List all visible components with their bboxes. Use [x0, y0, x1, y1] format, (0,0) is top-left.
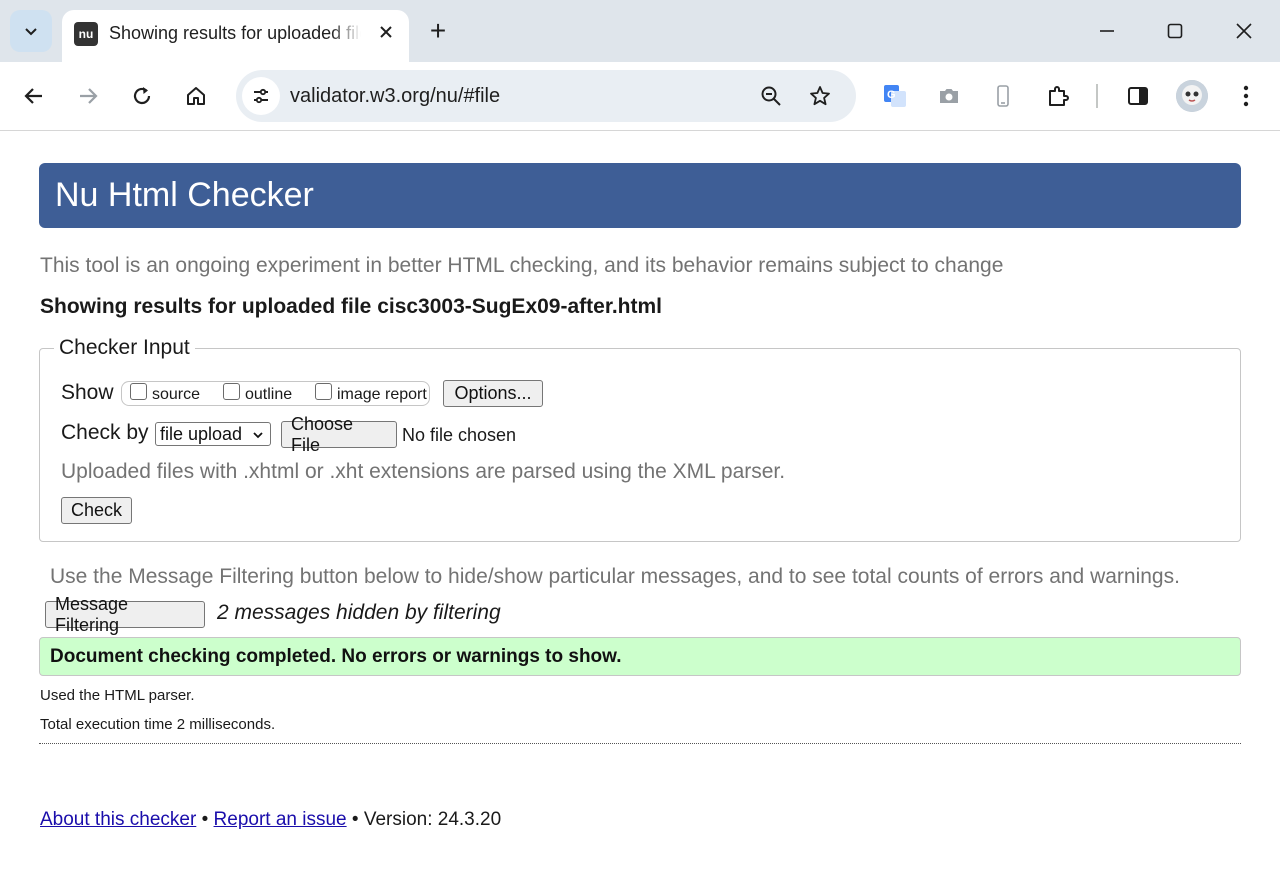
parser-note: Used the HTML parser.: [40, 687, 195, 704]
page-banner: Nu Html Checker: [39, 163, 1241, 228]
outline-checkbox[interactable]: [223, 383, 240, 400]
tab-title: Showing results for uploaded file cisc30…: [109, 23, 361, 43]
about-checker-link[interactable]: About this checker: [40, 809, 196, 830]
reload-icon[interactable]: [122, 76, 162, 116]
active-tab[interactable]: nu Showing results for uploaded file cis…: [62, 10, 409, 62]
address-bar[interactable]: validator.w3.org/nu/#file: [236, 70, 856, 122]
phone-icon[interactable]: [983, 76, 1023, 116]
dotted-divider: [39, 743, 1241, 744]
bookmark-star-icon[interactable]: [802, 78, 838, 114]
report-issue-link[interactable]: Report an issue: [214, 809, 347, 830]
filter-note: Use the Message Filtering button below t…: [50, 565, 1180, 588]
options-button[interactable]: Options...: [443, 380, 543, 407]
forward-arrow-icon[interactable]: [68, 76, 108, 116]
camera-icon[interactable]: [929, 76, 969, 116]
maximize-icon[interactable]: [1155, 14, 1195, 48]
checker-input-legend: Checker Input: [54, 335, 195, 361]
success-message-box: Document checking completed. No errors o…: [39, 637, 1241, 676]
check-by-select[interactable]: file upload: [155, 422, 271, 446]
tab-search-button[interactable]: [10, 10, 52, 52]
xml-parser-hint: Uploaded files with .xhtml or .xht exten…: [61, 460, 786, 483]
back-arrow-icon[interactable]: [14, 76, 54, 116]
message-filtering-button[interactable]: Message Filtering: [45, 594, 205, 635]
more-menu-icon[interactable]: [1226, 76, 1266, 116]
footer: About this checker • Report an issue • V…: [40, 808, 501, 832]
new-tab-button[interactable]: +: [423, 16, 453, 46]
success-message: Document checking completed. No errors o…: [50, 646, 622, 667]
footer-bullet: •: [351, 809, 359, 830]
extensions-puzzle-icon[interactable]: [1038, 76, 1078, 116]
tab-strip: nu Showing results for uploaded file cis…: [0, 0, 1280, 62]
no-file-chosen-text: No file chosen: [402, 425, 517, 445]
tagline: This tool is an ongoing experiment in be…: [40, 254, 1004, 277]
choose-file-button[interactable]: Choose File: [281, 414, 397, 455]
hidden-messages-count: 2 messages hidden by filtering: [217, 601, 501, 624]
source-checkbox-label[interactable]: source: [152, 385, 200, 405]
version-text: Version: 24.3.20: [363, 809, 502, 830]
chevron-down-icon: [25, 28, 37, 36]
site-info-icon[interactable]: [242, 77, 280, 115]
svg-text:G: G: [887, 89, 896, 101]
nu-favicon-icon: nu: [74, 22, 98, 46]
google-translate-icon[interactable]: G: [875, 76, 915, 116]
toolbar-separator: [1096, 84, 1098, 108]
browser-toolbar: validator.w3.org/nu/#file G: [0, 62, 1280, 131]
check-button[interactable]: Check: [61, 497, 132, 524]
image-report-checkbox[interactable]: [315, 383, 332, 400]
minimize-icon[interactable]: [1087, 14, 1127, 48]
url-text[interactable]: validator.w3.org/nu/#file: [290, 84, 500, 108]
image-report-checkbox-label[interactable]: image report: [337, 385, 427, 405]
browser-chrome: nu Showing results for uploaded file cis…: [0, 0, 1280, 131]
show-label: Show: [61, 381, 114, 404]
footer-bullet: •: [201, 809, 209, 830]
check-by-label: Check by: [61, 421, 149, 444]
zoom-icon[interactable]: [753, 78, 789, 114]
results-heading: Showing results for uploaded file cisc30…: [40, 295, 662, 318]
chevron-down-icon: [252, 424, 264, 447]
source-checkbox[interactable]: [130, 383, 147, 400]
page-title: Nu Html Checker: [55, 176, 314, 214]
execution-time: Total execution time 2 milliseconds.: [40, 716, 276, 733]
page-content: Nu Html Checker This tool is an ongoing …: [0, 131, 1280, 889]
check-by-selected-value: file upload: [160, 424, 243, 444]
profile-avatar[interactable]: [1176, 80, 1208, 112]
close-window-icon[interactable]: [1224, 14, 1264, 48]
close-tab-icon[interactable]: [372, 18, 400, 46]
side-panel-icon[interactable]: [1118, 76, 1158, 116]
home-icon[interactable]: [176, 76, 216, 116]
outline-checkbox-label[interactable]: outline: [245, 385, 292, 405]
